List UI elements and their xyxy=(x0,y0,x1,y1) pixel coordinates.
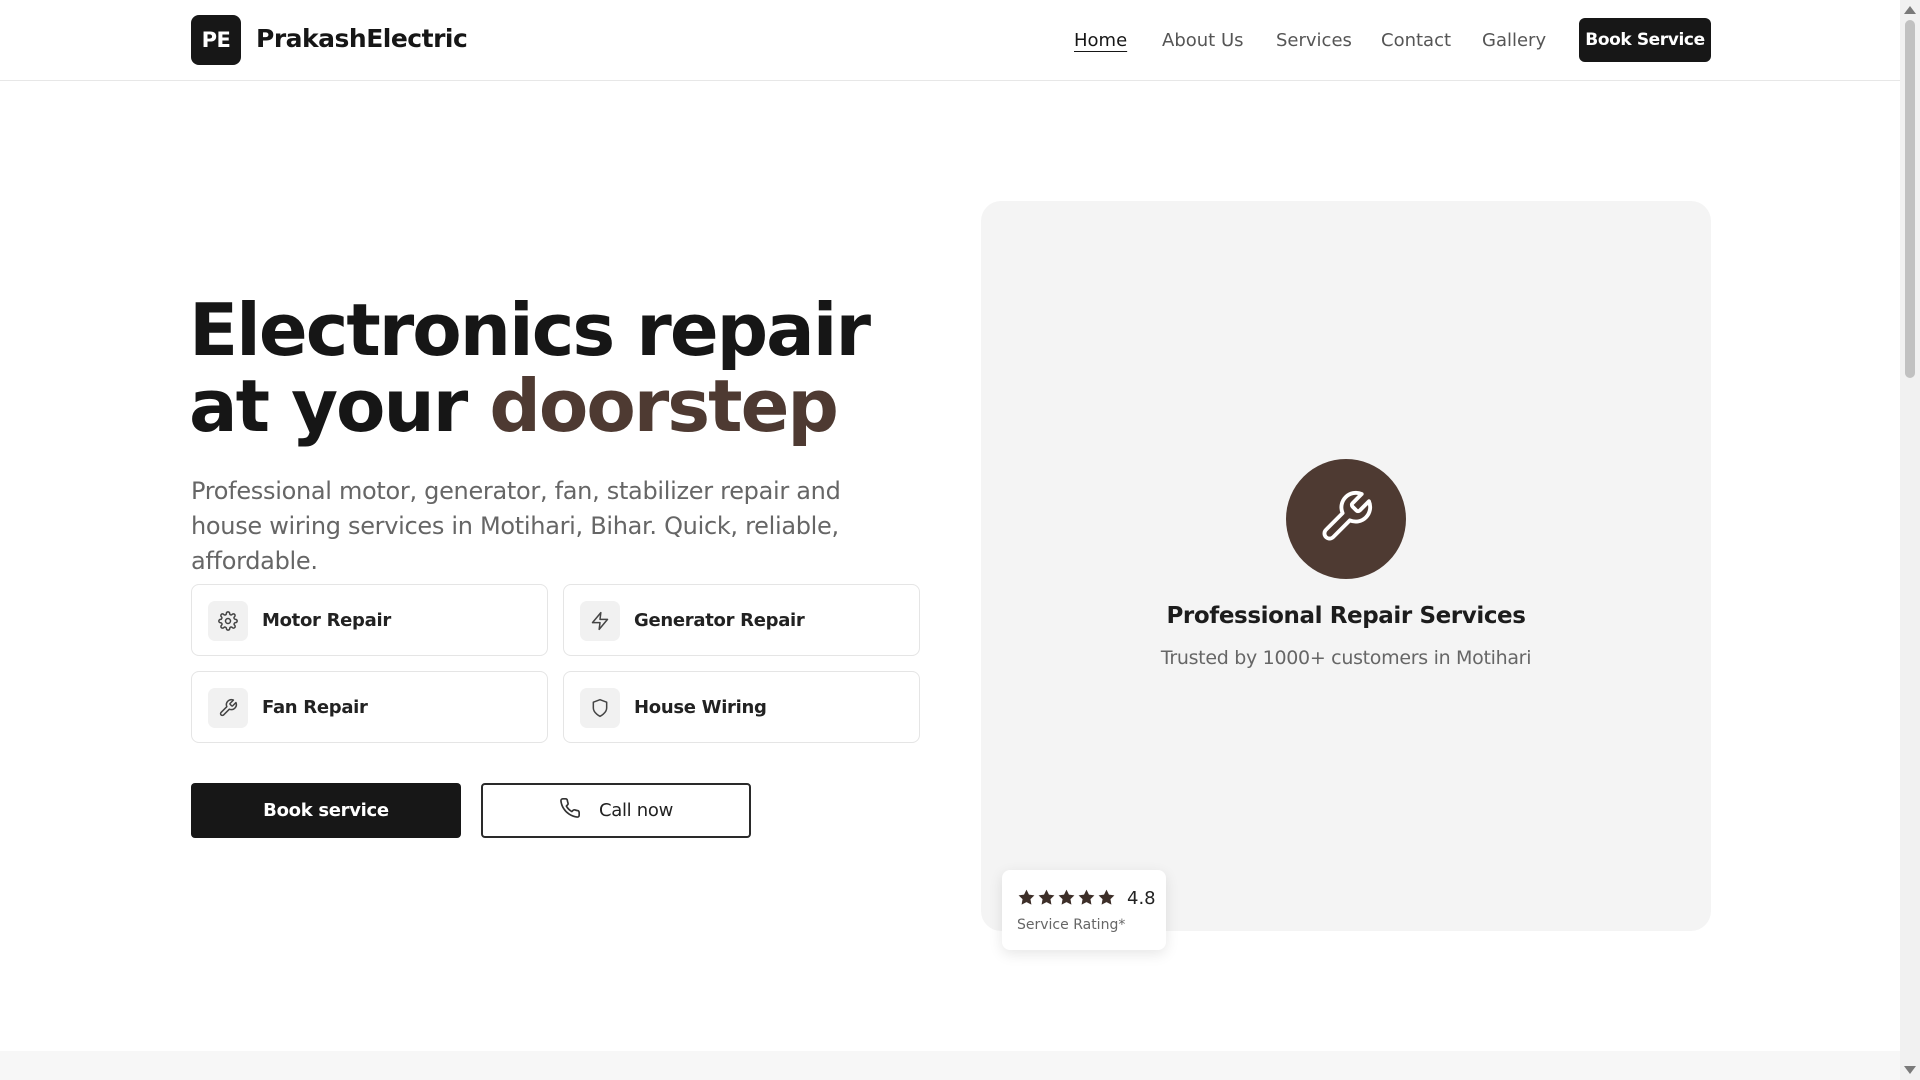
service-card-house-wiring[interactable]: House Wiring xyxy=(563,671,920,743)
phone-icon xyxy=(559,797,581,824)
service-label: Motor Repair xyxy=(262,610,391,631)
hero-title: Electronics repair at your doorstep xyxy=(189,292,949,444)
nav-home[interactable]: Home xyxy=(1074,30,1127,51)
book-service-header-button[interactable]: Book Service xyxy=(1579,18,1711,62)
logo-mark[interactable]: PE xyxy=(191,15,241,65)
call-now-button[interactable]: Call now xyxy=(481,783,751,838)
star-icon xyxy=(1058,889,1075,905)
rating-value: 4.8 xyxy=(1127,888,1156,909)
star-icon xyxy=(1098,889,1115,905)
gear-icon xyxy=(208,601,248,641)
site-header: PE PrakashElectric Home About Us Service… xyxy=(0,0,1900,81)
lightning-icon xyxy=(580,601,620,641)
panel-wrench-badge xyxy=(1286,459,1406,579)
panel-subtitle: Trusted by 1000+ customers in Motihari xyxy=(1160,647,1532,669)
shield-icon xyxy=(580,688,620,728)
wrench-icon xyxy=(1317,488,1375,550)
rating-stars xyxy=(1017,888,1116,907)
panel-title: Professional Repair Services xyxy=(1166,603,1526,629)
nav-contact[interactable]: Contact xyxy=(1381,30,1451,51)
hero-subtitle: Professional motor, generator, fan, stab… xyxy=(191,477,841,575)
scroll-down-arrow-icon[interactable] xyxy=(1904,1066,1916,1074)
book-service-button[interactable]: Book service xyxy=(191,783,461,838)
service-label: Generator Repair xyxy=(634,610,805,631)
service-card-fan-repair[interactable]: Fan Repair xyxy=(191,671,548,743)
hero-visual-panel: Professional Repair Services Trusted by … xyxy=(981,201,1711,931)
rating-label: Service Rating* xyxy=(1017,917,1126,933)
service-label: House Wiring xyxy=(634,697,767,718)
hero-title-accent: doorstep xyxy=(489,364,839,448)
brand-name[interactable]: PrakashElectric xyxy=(256,24,468,53)
service-card-generator-repair[interactable]: Generator Repair xyxy=(563,584,920,656)
scroll-up-arrow-icon[interactable] xyxy=(1904,6,1916,14)
service-card-motor-repair[interactable]: Motor Repair xyxy=(191,584,548,656)
scrollbar-thumb[interactable] xyxy=(1905,20,1915,378)
nav-gallery[interactable]: Gallery xyxy=(1482,30,1546,51)
nav-services[interactable]: Services xyxy=(1276,30,1352,51)
star-icon xyxy=(1038,889,1055,905)
wrench-icon xyxy=(208,688,248,728)
star-icon xyxy=(1078,889,1095,905)
nav-about-us[interactable]: About Us xyxy=(1162,30,1244,51)
next-section-band xyxy=(0,1051,1900,1080)
star-icon xyxy=(1018,889,1035,905)
call-now-label: Call now xyxy=(598,800,674,821)
rating-card: 4.8 Service Rating* xyxy=(1002,870,1166,950)
service-label: Fan Repair xyxy=(262,697,368,718)
